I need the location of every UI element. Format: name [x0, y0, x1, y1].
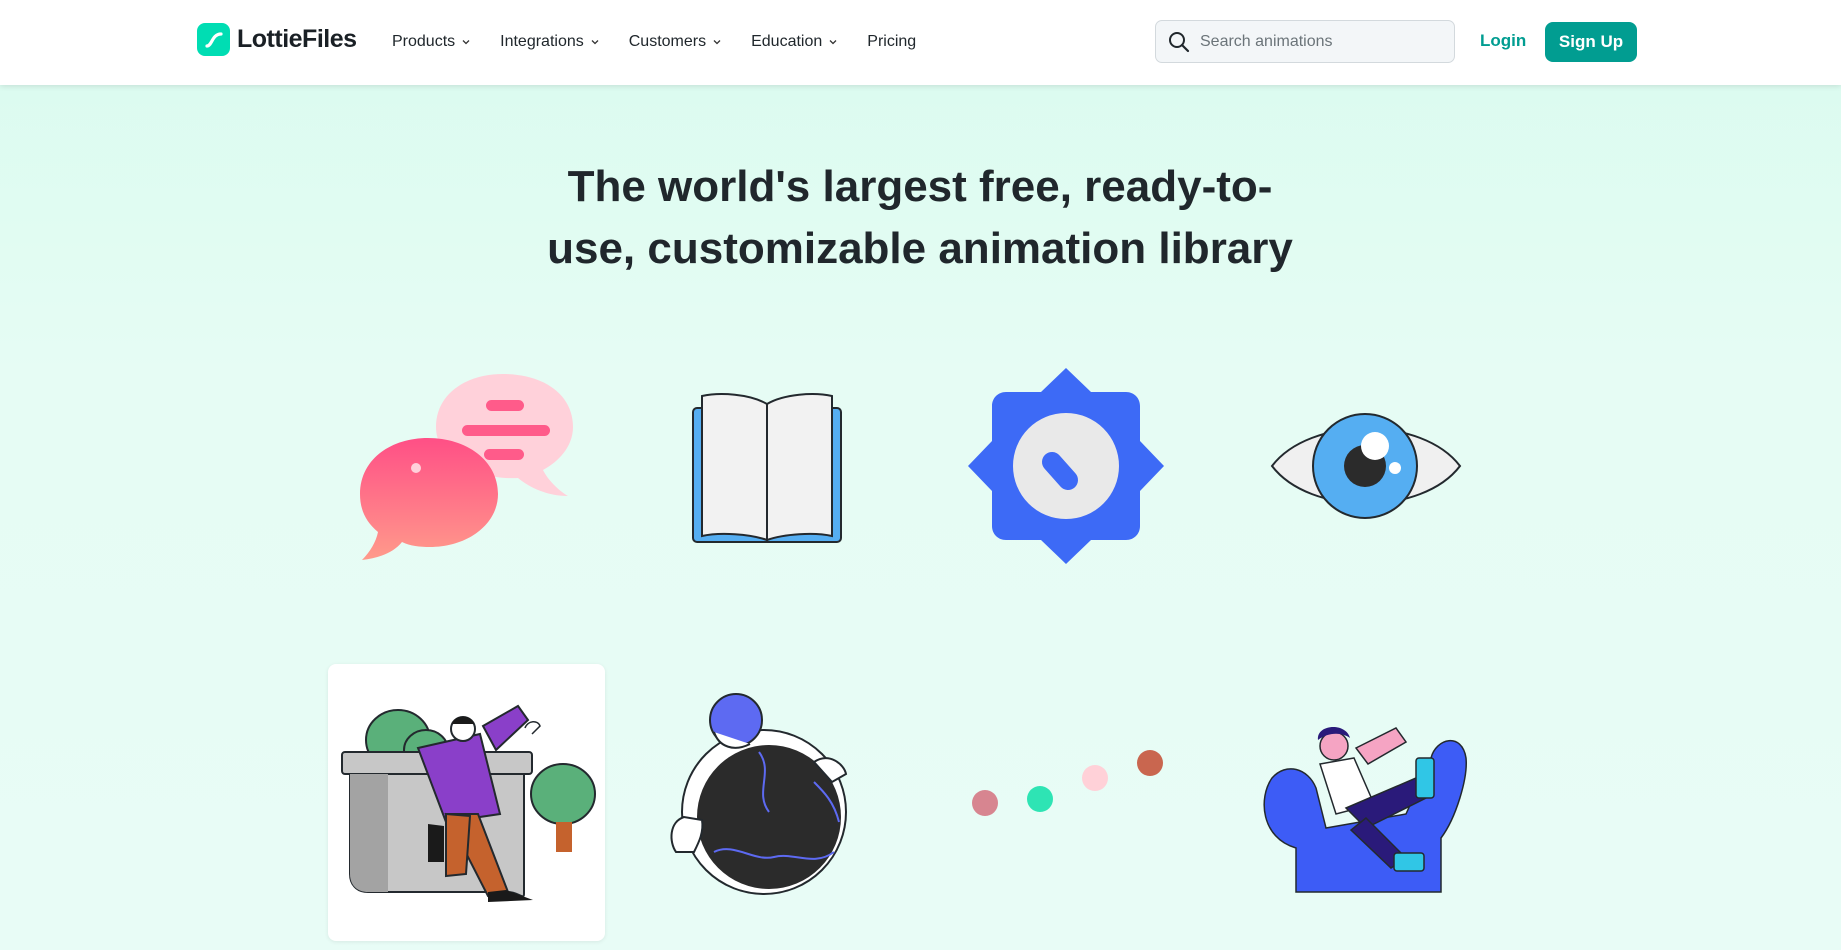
- login-link[interactable]: Login: [1480, 31, 1526, 51]
- hero-title-line-2: use, customizable animation library: [547, 224, 1293, 273]
- signup-button[interactable]: Sign Up: [1545, 22, 1637, 62]
- chevron-down-icon: [713, 40, 721, 45]
- lottiefiles-logo[interactable]: LottieFiles: [197, 23, 357, 56]
- nav-item-label: Pricing: [867, 33, 917, 50]
- nav-item-customers[interactable]: Customers: [629, 30, 722, 54]
- nav-item-label: Education: [751, 33, 823, 50]
- badge-clock-icon: [968, 368, 1164, 564]
- nav-item-education[interactable]: Education: [751, 30, 838, 54]
- open-book-icon: [692, 393, 842, 543]
- animation-tile-globe[interactable]: [664, 692, 854, 902]
- chat-bubbles-icon: [360, 374, 573, 560]
- person-leaning-wall-icon: [341, 704, 596, 902]
- animation-tile-chair[interactable]: [1256, 718, 1468, 894]
- hero-title: The world's largest free, ready-to- use,…: [480, 156, 1360, 280]
- animation-tile-eye[interactable]: [1270, 410, 1462, 522]
- animation-tile-badge[interactable]: [966, 366, 1166, 566]
- main-nav: Products Integrations Customers Educatio…: [392, 30, 945, 54]
- person-sitting-chair-icon: [1263, 726, 1467, 893]
- search-box[interactable]: [1155, 20, 1455, 63]
- loading-dots-icon: [972, 750, 1163, 816]
- nav-item-products[interactable]: Products: [392, 30, 471, 54]
- eye-icon: [1270, 413, 1462, 519]
- nav-item-integrations[interactable]: Integrations: [500, 30, 600, 54]
- search-input[interactable]: [1198, 31, 1442, 52]
- nav-item-label: Customers: [628, 33, 707, 50]
- chevron-down-icon: [462, 40, 470, 45]
- animation-tile-chat[interactable]: [358, 372, 576, 562]
- nav-item-label: Products: [392, 33, 456, 50]
- lottiefiles-logo-icon: [197, 23, 230, 56]
- animation-tile-book[interactable]: [690, 390, 845, 545]
- logo-wordmark: LottieFiles: [237, 25, 357, 53]
- nav-item-label: Integrations: [500, 33, 584, 50]
- chevron-down-icon: [829, 40, 837, 45]
- person-hugging-globe-icon: [670, 693, 848, 895]
- search-icon: [1169, 31, 1190, 52]
- chevron-down-icon: [591, 40, 599, 45]
- hero-title-line-1: The world's largest free, ready-to-: [567, 162, 1273, 211]
- animation-tile-loading-dots[interactable]: [960, 740, 1180, 820]
- nav-item-pricing[interactable]: Pricing: [867, 30, 916, 54]
- top-navbar: LottieFiles Products Integrations Custom…: [0, 0, 1841, 85]
- animation-card-leaning-person[interactable]: [328, 664, 605, 941]
